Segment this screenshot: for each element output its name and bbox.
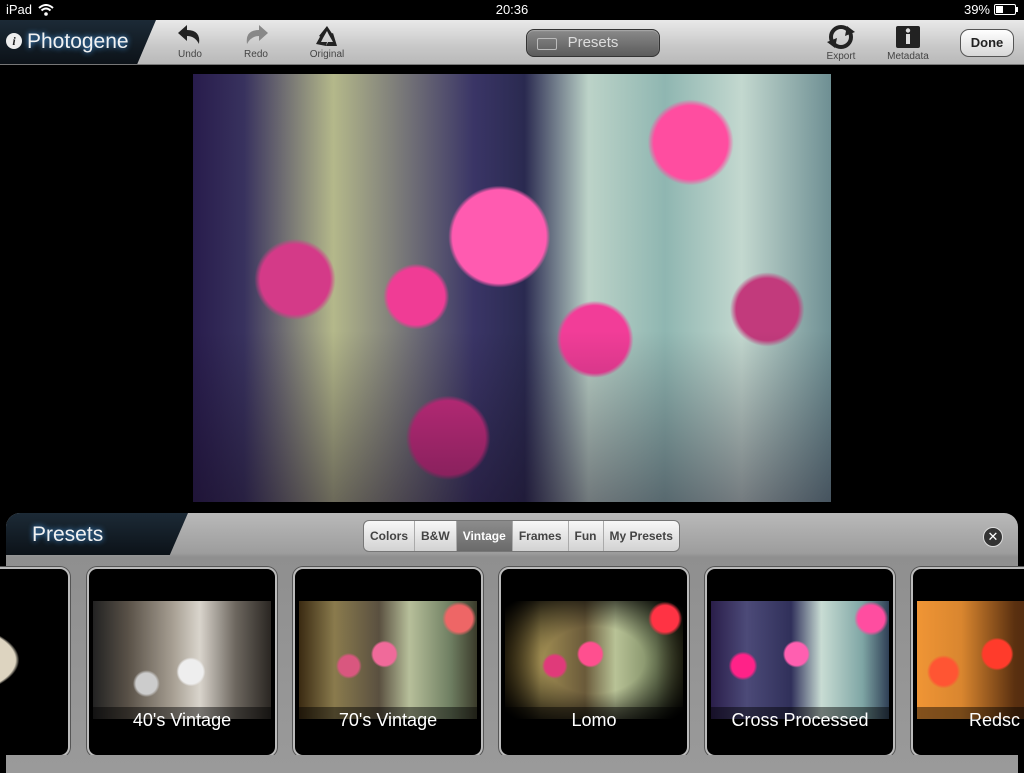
battery-icon xyxy=(994,4,1018,15)
metadata-button[interactable]: Metadata xyxy=(878,22,938,62)
preset-label: Lomo xyxy=(505,707,683,733)
app-brand[interactable]: i Photogene xyxy=(0,20,156,64)
preset-card[interactable]: Cross Processed xyxy=(705,567,895,755)
preset-thumbnail xyxy=(917,601,1024,719)
close-icon[interactable]: ✕ xyxy=(983,527,1003,547)
undo-label: Undo xyxy=(178,49,202,60)
tab-my-presets[interactable]: My Presets xyxy=(604,521,679,551)
tab-fun[interactable]: Fun xyxy=(569,521,604,551)
done-button[interactable]: Done xyxy=(960,29,1014,57)
preset-thumbnail xyxy=(711,601,889,719)
preset-thumbnail xyxy=(505,601,683,719)
battery-percent: 39% xyxy=(963,2,990,17)
undo-button[interactable]: Undo xyxy=(160,22,220,62)
preset-card[interactable]: ge xyxy=(0,567,70,755)
presets-button[interactable]: Presets xyxy=(526,29,660,57)
preset-thumbnail xyxy=(299,601,477,719)
preset-label: Redsc xyxy=(917,707,1024,733)
preset-card[interactable]: Redsc xyxy=(911,567,1024,755)
preset-card[interactable]: Lomo xyxy=(499,567,689,755)
recycle-icon xyxy=(316,26,337,46)
original-button[interactable]: Original xyxy=(297,22,357,62)
preset-card[interactable]: 70's Vintage xyxy=(293,567,483,755)
presets-panel-title: Presets xyxy=(6,513,188,555)
export-icon xyxy=(827,25,855,49)
film-strip-icon xyxy=(537,38,557,50)
status-bar: iPad 20:36 39% xyxy=(0,0,1024,20)
presets-button-label: Presets xyxy=(567,34,619,51)
preset-thumbnail xyxy=(0,601,64,719)
preset-card[interactable]: 40's Vintage xyxy=(87,567,277,755)
tab-colors[interactable]: Colors xyxy=(364,521,416,551)
tab-frames[interactable]: Frames xyxy=(513,521,569,551)
preset-strip[interactable]: ge 40's Vintage 70's Vintage Lomo Cross … xyxy=(0,565,1024,755)
preset-thumbnail xyxy=(93,601,271,719)
preset-label: 40's Vintage xyxy=(93,707,271,733)
redo-label: Redo xyxy=(244,49,268,60)
metadata-label: Metadata xyxy=(887,51,929,62)
tab-bw[interactable]: B&W xyxy=(415,521,457,551)
redo-icon xyxy=(246,25,268,44)
app-name: Photogene xyxy=(27,30,129,53)
photo-canvas[interactable] xyxy=(193,74,831,502)
undo-icon xyxy=(178,25,200,44)
info-icon[interactable]: i xyxy=(6,33,22,49)
export-label: Export xyxy=(826,51,856,62)
tab-vintage[interactable]: Vintage xyxy=(456,521,513,551)
preset-label: ge xyxy=(0,707,64,733)
clock: 20:36 xyxy=(495,2,529,17)
metadata-icon xyxy=(896,26,920,48)
preset-label: Cross Processed xyxy=(711,707,889,733)
preset-label: 70's Vintage xyxy=(299,707,477,733)
original-label: Original xyxy=(309,49,345,60)
redo-button[interactable]: Redo xyxy=(226,22,286,62)
preset-category-tabs: Colors B&W Vintage Frames Fun My Presets xyxy=(363,520,680,552)
export-button[interactable]: Export xyxy=(811,22,871,62)
